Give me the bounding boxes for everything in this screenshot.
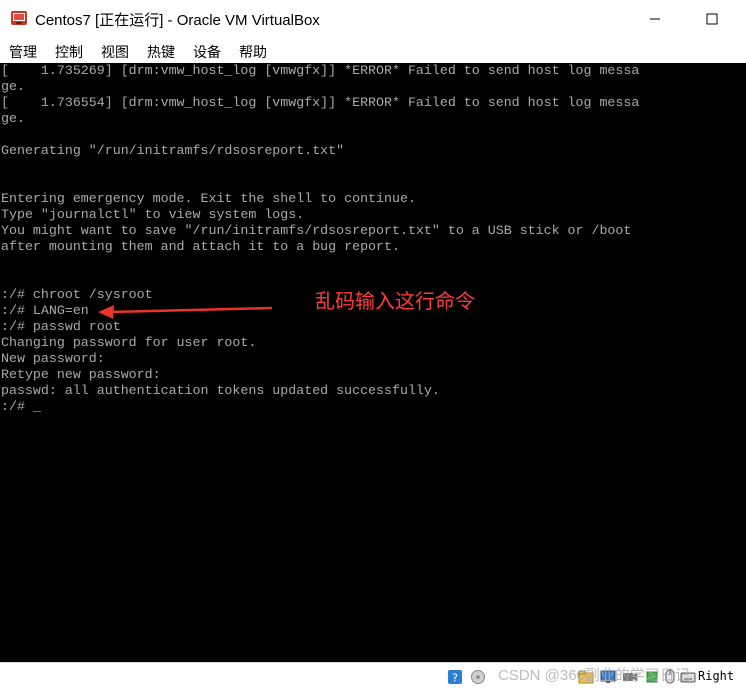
console-line: [ 1.736554] [drm:vmw_host_log [vmwgfx]] …	[1, 95, 640, 110]
menu-control[interactable]: 控制	[55, 42, 83, 62]
minimize-icon	[650, 18, 660, 20]
virtualbox-app-icon	[11, 11, 27, 25]
console-line: Changing password for user root.	[1, 335, 257, 350]
console-line: :/# chroot /sysroot	[1, 287, 153, 302]
svg-text:?: ?	[452, 672, 458, 685]
console-line: Type "journalctl" to view system logs.	[1, 207, 305, 222]
annotation-arrow-icon	[98, 305, 273, 319]
console-line: ge.	[1, 79, 25, 94]
console-line: :/# LANG=en	[1, 303, 89, 318]
console-line: passwd: all authentication tokens update…	[1, 383, 440, 398]
help-icon[interactable]: ?	[447, 669, 463, 685]
menu-view[interactable]: 视图	[101, 42, 129, 62]
menu-help[interactable]: 帮助	[239, 42, 267, 62]
console-line: You might want to save "/run/initramfs/r…	[1, 223, 632, 238]
console-line: Entering emergency mode. Exit the shell …	[1, 191, 416, 206]
menu-devices[interactable]: 设备	[193, 42, 221, 62]
console-line: ge.	[1, 111, 25, 126]
status-bar: ? CSDN @360副业的学习日记 Right	[0, 662, 746, 690]
menu-bar: 管理 控制 视图 热键 设备 帮助	[0, 38, 746, 63]
maximize-button[interactable]	[689, 0, 735, 38]
console-line: after mounting them and attach it to a b…	[1, 239, 400, 254]
menu-manage[interactable]: 管理	[9, 42, 37, 62]
menu-hotkey[interactable]: 热键	[147, 42, 175, 62]
console-line: :/# _	[1, 399, 41, 414]
console-line: [ 1.735269] [drm:vmw_host_log [vmwgfx]] …	[1, 63, 640, 78]
window-titlebar: Centos7 [正在运行] - Oracle VM VirtualBox	[0, 0, 746, 38]
console-line: New password:	[1, 351, 105, 366]
disk-icon[interactable]	[470, 669, 486, 685]
maximize-icon	[706, 13, 718, 25]
console-line: Generating "/run/initramfs/rdsosreport.t…	[1, 143, 345, 158]
host-key-label: Right	[698, 669, 735, 683]
csdn-watermark: CSDN @360副业的学习日记	[498, 667, 690, 684]
minimize-button[interactable]	[632, 0, 678, 38]
vm-console-screen[interactable]: [ 1.735269] [drm:vmw_host_log [vmwgfx]] …	[0, 63, 746, 662]
annotation-text: 乱码输入这行命令	[315, 291, 475, 313]
console-line: Retype new password:	[1, 367, 161, 382]
window-title: Centos7 [正在运行] - Oracle VM VirtualBox	[35, 12, 320, 29]
